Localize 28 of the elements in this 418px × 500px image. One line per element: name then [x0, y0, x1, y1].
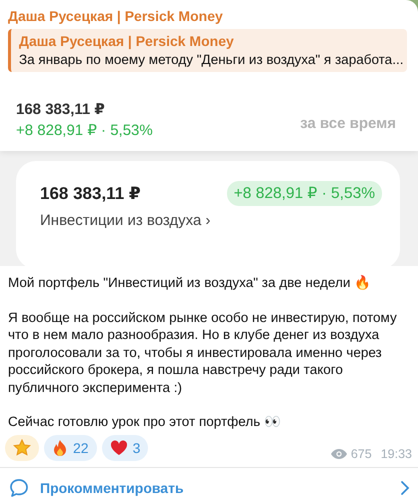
portfolio-balance: 168 383,11 ₽ — [40, 184, 141, 204]
channel-name[interactable]: Даша Русецкая | Persick Money — [8, 8, 410, 24]
portfolio-link[interactable]: Инвестиции из воздуха › — [40, 212, 382, 229]
heart-icon — [110, 440, 128, 456]
message-paragraph: Я вообще на российском рынке особо не инвестирую, потому что в нем мало разнообразия. Но в клубе денег из воздуха проголосовали за то, чтобы я инвестировала именно через российского брокера, я пошла навстречу ради такого публичного эксперимента :) — [8, 308, 398, 396]
screenshot-image[interactable]: 168 383,11 ₽ +8 828,91 ₽ · 5,53% за все время 168 383,11 ₽ +8 828,91 ₽ · 5,53% Инвестиции из воздуха › — [0, 78, 418, 266]
balance-change: +8 828,91 ₽ · 5,53% — [16, 121, 153, 139]
reaction-count: 3 — [132, 440, 140, 456]
reaction-button[interactable]: 22 — [44, 434, 97, 460]
portfolio-card[interactable]: 168 383,11 ₽ +8 828,91 ₽ · 5,53% Инвестиции из воздуха › — [16, 161, 400, 266]
star-icon — [13, 438, 31, 456]
comment-link[interactable]: Прокомментировать — [40, 480, 184, 496]
reply-author: Даша Русецкая | Persick Money — [19, 33, 235, 49]
period-label[interactable]: за все время — [300, 115, 396, 132]
change-pill: +8 828,91 ₽ · 5,53% — [226, 181, 382, 206]
reaction-button[interactable] — [5, 434, 39, 460]
reply-quote[interactable]: Даша Русецкая | Persick Money За январь по моему методу "Деньги из воздуха" я заработа... — [8, 29, 407, 72]
view-count: 675 — [350, 446, 372, 460]
total-balance: 168 383,11 ₽ — [16, 100, 106, 118]
message-time: 19:33 — [380, 446, 412, 460]
comment-icon — [9, 478, 29, 498]
message-paragraph: Мой портфель "Инвестиций из воздуха" за две недели 🔥 — [8, 274, 372, 292]
fire-icon — [52, 438, 68, 456]
reaction-count: 22 — [73, 440, 89, 456]
message-paragraph: Сейчас готовлю урок про этот портфель 👀 — [8, 413, 282, 430]
chevron-icon[interactable] — [400, 480, 410, 496]
views-icon — [330, 448, 347, 458]
reaction-button[interactable]: 3 — [102, 434, 148, 460]
